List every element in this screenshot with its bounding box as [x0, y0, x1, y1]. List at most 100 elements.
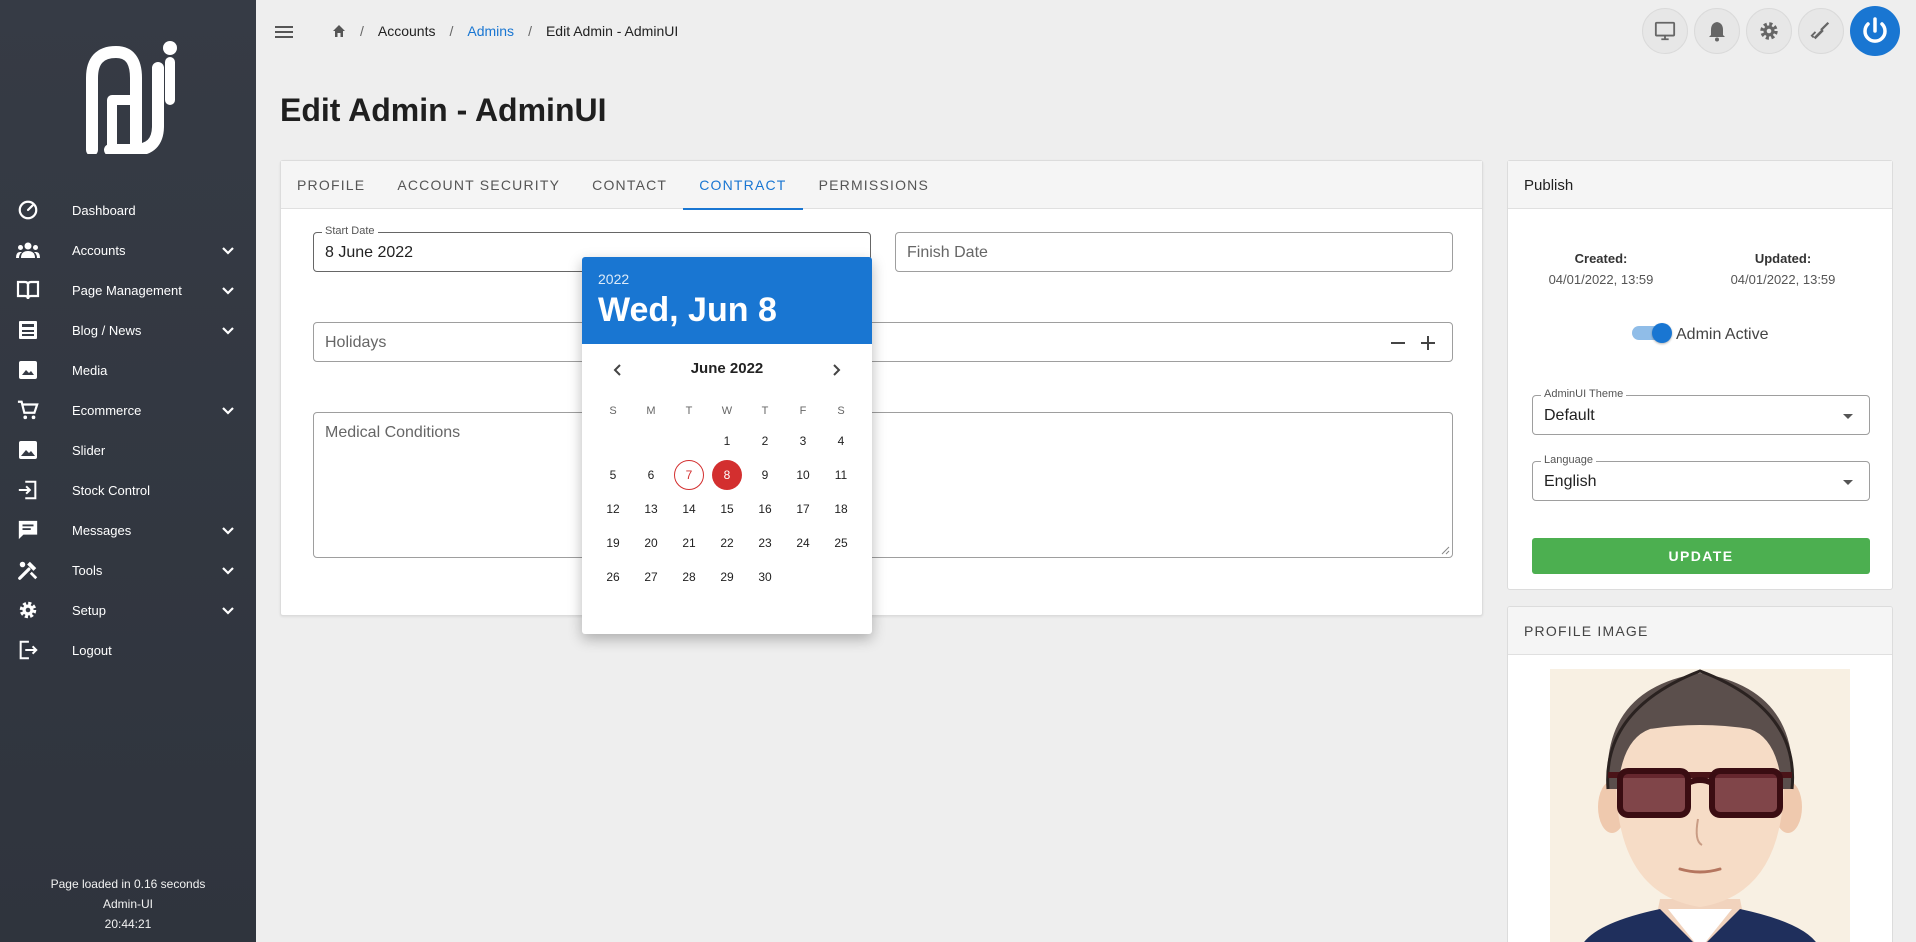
calendar-day-number: 3	[799, 434, 807, 448]
language-select[interactable]: Language English	[1532, 454, 1870, 501]
users-icon	[16, 239, 40, 261]
sidebar-nav: Dashboard Accounts Page Management Blog …	[0, 190, 256, 670]
holidays-field[interactable]: Holidays	[313, 322, 1453, 362]
profile-image-title: PROFILE IMAGE	[1508, 607, 1892, 655]
tab-contract[interactable]: CONTRACT	[683, 161, 803, 210]
calendar-day-today[interactable]: 7	[670, 458, 708, 492]
picker-selected-date: Wed, Jun 8	[598, 291, 777, 329]
admin-active-toggle[interactable]	[1632, 323, 1672, 343]
calendar-day[interactable]: 13	[632, 492, 670, 526]
sidebar-item-label: Messages	[72, 522, 132, 538]
calendar-day[interactable]: 11	[822, 458, 860, 492]
broom-icon	[1810, 21, 1830, 40]
calendar-day[interactable]: 19	[594, 526, 632, 560]
calendar-day-number: 16	[758, 502, 772, 516]
created-info: Created: 04/01/2022, 13:59	[1516, 251, 1686, 287]
monitor-icon	[1654, 21, 1676, 41]
sidebar-item-setup[interactable]: Setup	[0, 590, 256, 630]
calendar-day[interactable]: 23	[746, 526, 784, 560]
sidebar-item-ecommerce[interactable]: Ecommerce	[0, 390, 256, 430]
calendar-day-number: 9	[761, 468, 769, 482]
calendar-day[interactable]: 27	[632, 560, 670, 594]
weekday-label: S	[609, 405, 617, 417]
calendar-day-selected[interactable]: 8	[708, 458, 746, 492]
calendar-day-number: 19	[606, 536, 620, 550]
notifications-button[interactable]	[1694, 8, 1740, 54]
calendar-day[interactable]: 10	[784, 458, 822, 492]
calendar-day[interactable]: 21	[670, 526, 708, 560]
calendar-day[interactable]: 2	[746, 424, 784, 458]
tab-bar: PROFILE ACCOUNT SECURITY CONTACT CONTRAC…	[281, 161, 1482, 210]
medical-conditions-textarea[interactable]: Medical Conditions	[313, 412, 1453, 558]
calendar-day[interactable]: 28	[670, 560, 708, 594]
menu-icon[interactable]	[272, 20, 296, 44]
calendar-day[interactable]: 9	[746, 458, 784, 492]
sidebar-item-messages[interactable]: Messages	[0, 510, 256, 550]
sidebar-item-tools[interactable]: Tools	[0, 550, 256, 590]
minus-icon[interactable]	[1390, 335, 1406, 351]
tab-account-security[interactable]: ACCOUNT SECURITY	[381, 161, 576, 209]
updated-info: Updated: 04/01/2022, 13:59	[1698, 251, 1868, 287]
edit-admin-card: PROFILE ACCOUNT SECURITY CONTACT CONTRAC…	[280, 160, 1483, 616]
home-icon[interactable]	[332, 24, 346, 38]
calendar-day-number: 27	[644, 570, 658, 584]
tab-profile[interactable]: PROFILE	[281, 161, 381, 209]
weekday-label: T	[685, 405, 693, 417]
sidebar-item-blog-news[interactable]: Blog / News	[0, 310, 256, 350]
sidebar-item-dashboard[interactable]: Dashboard	[0, 190, 256, 230]
picker-year[interactable]: 2022	[598, 271, 856, 287]
calendar-day[interactable]: 20	[632, 526, 670, 560]
calendar-day[interactable]: 14	[670, 492, 708, 526]
calendar-day[interactable]: 1	[708, 424, 746, 458]
image-icon	[16, 439, 40, 461]
breadcrumb: / Accounts / Admins / Edit Admin - Admin…	[332, 23, 678, 39]
monitor-button[interactable]	[1642, 8, 1688, 54]
profile-avatar-image[interactable]	[1550, 669, 1850, 942]
calendar-blank	[632, 424, 670, 458]
calendar-day[interactable]: 12	[594, 492, 632, 526]
app-logo	[86, 41, 177, 154]
sidebar-item-page-management[interactable]: Page Management	[0, 270, 256, 310]
update-button[interactable]: UPDATE	[1532, 538, 1870, 574]
power-button[interactable]	[1850, 6, 1900, 56]
calendar-day[interactable]: 26	[594, 560, 632, 594]
sidebar-item-media[interactable]: Media	[0, 350, 256, 390]
calendar-day[interactable]: 22	[708, 526, 746, 560]
calendar-day[interactable]: 6	[632, 458, 670, 492]
calendar-day-number: 22	[720, 536, 734, 550]
calendar-day[interactable]: 29	[708, 560, 746, 594]
calendar-day-number: 13	[644, 502, 658, 516]
sidebar-item-stock-control[interactable]: Stock Control	[0, 470, 256, 510]
theme-label: AdminUI Theme	[1541, 388, 1627, 400]
plus-icon[interactable]	[1420, 335, 1436, 351]
power-icon	[1863, 17, 1887, 43]
calendar-day[interactable]: 24	[784, 526, 822, 560]
clock: 20:44:21	[104, 917, 152, 931]
sidebar-item-label: Ecommerce	[72, 402, 142, 418]
calendar-day[interactable]: 4	[822, 424, 860, 458]
settings-button[interactable]	[1746, 8, 1792, 54]
sidebar-item-logout[interactable]: Logout	[0, 630, 256, 670]
calendar-day[interactable]: 30	[746, 560, 784, 594]
chevron-right-icon[interactable]	[826, 360, 846, 380]
tab-permissions[interactable]: PERMISSIONS	[803, 161, 945, 209]
calendar-day[interactable]: 15	[708, 492, 746, 526]
login-box-icon	[16, 479, 40, 501]
calendar-day[interactable]: 18	[822, 492, 860, 526]
sidebar-item-slider[interactable]: Slider	[0, 430, 256, 470]
calendar-day-number: 7	[674, 460, 704, 490]
calendar-day[interactable]: 17	[784, 492, 822, 526]
calendar-day[interactable]: 16	[746, 492, 784, 526]
finish-date-field[interactable]: Finish Date	[895, 232, 1453, 272]
breadcrumb-admins[interactable]: Admins	[467, 23, 514, 39]
calendar-day[interactable]: 3	[784, 424, 822, 458]
theme-select[interactable]: AdminUI Theme Default	[1532, 388, 1870, 435]
calendar-day[interactable]: 25	[822, 526, 860, 560]
sidebar-item-accounts[interactable]: Accounts	[0, 230, 256, 270]
calendar-day[interactable]: 5	[594, 458, 632, 492]
toggle-knob	[1652, 323, 1672, 343]
tab-contact[interactable]: CONTACT	[576, 161, 683, 209]
breadcrumb-accounts[interactable]: Accounts	[378, 23, 436, 39]
resize-handle-icon[interactable]	[1440, 545, 1450, 555]
clear-cache-button[interactable]	[1798, 8, 1844, 54]
